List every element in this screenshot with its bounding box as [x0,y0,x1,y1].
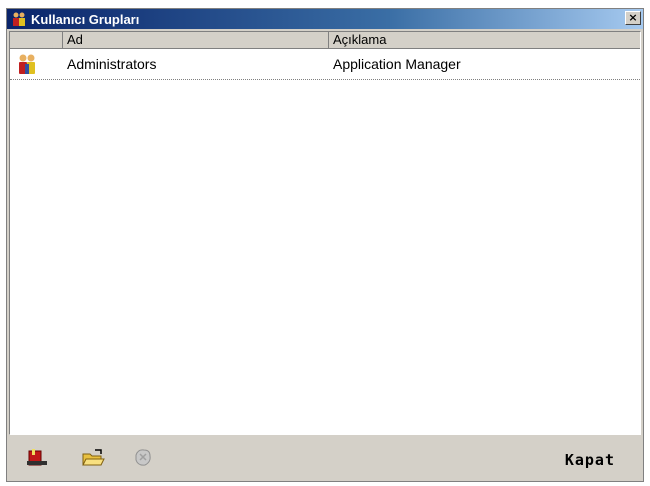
add-group-button[interactable] [23,446,51,474]
delete-icon [132,447,154,474]
row-ad: Administrators [67,56,157,72]
title-bar[interactable]: Kullanıcı Grupları × [7,9,643,29]
bottom-toolbar: Kapat [7,441,643,479]
close-dialog-button[interactable]: Kapat [565,451,615,469]
list-header: Ad Açıklama [10,32,640,49]
close-button[interactable]: × [625,11,641,25]
column-header-aciklama[interactable]: Açıklama [329,32,640,49]
groups-list[interactable]: Ad Açıklama Administrators Application M… [9,31,641,435]
column-header-ad[interactable]: Ad [63,32,329,49]
user-groups-window: Kullanıcı Grupları × Ad Açıklama Adminis… [6,8,644,482]
open-group-button[interactable] [79,446,107,474]
delete-group-button[interactable] [129,446,157,474]
user-group-icon [10,53,63,75]
table-row[interactable]: Administrators Application Manager [10,49,640,80]
window-title: Kullanıcı Grupları [31,11,140,27]
row-aciklama: Application Manager [333,56,461,72]
close-icon: × [628,11,638,24]
add-group-icon [26,448,48,473]
column-header-icon[interactable] [10,32,63,49]
user-group-icon [11,11,27,27]
open-folder-icon [81,448,105,473]
